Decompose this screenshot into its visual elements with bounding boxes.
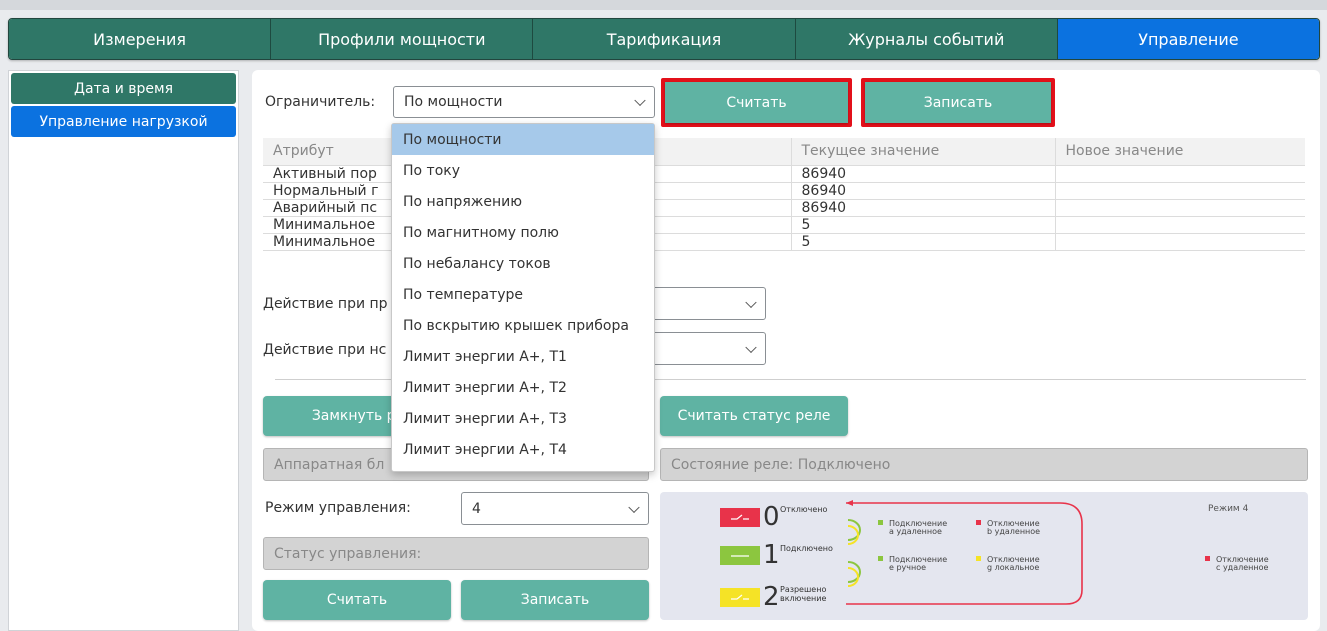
- cell-new[interactable]: [1054, 233, 1305, 251]
- cell-new[interactable]: [1054, 199, 1305, 217]
- cell-current: 5: [790, 216, 1055, 234]
- limiter-select[interactable]: По мощности: [393, 86, 655, 118]
- state-on-number: 1: [763, 540, 780, 570]
- dropdown-option[interactable]: Лимит энергии A+, T3: [392, 403, 654, 434]
- control-write-button[interactable]: Записать: [461, 580, 649, 620]
- legend-swatch: [976, 556, 981, 561]
- main-navigation: Измерения Профили мощности Тарификация Ж…: [8, 18, 1320, 60]
- limiter-dropdown-list: По мощности По току По напряжению По маг…: [391, 123, 655, 472]
- dropdown-option[interactable]: Лимит энергии A+, T4: [392, 434, 654, 465]
- legend-item: Отключение g локальное: [976, 556, 1040, 572]
- sidebar-item-date-time[interactable]: Дата и время: [11, 73, 236, 104]
- cell-new[interactable]: [1054, 182, 1305, 200]
- legend-swatch: [976, 520, 981, 525]
- tab-measurements[interactable]: Измерения: [9, 19, 272, 59]
- legend-item: Подключение a удаленное: [878, 520, 947, 536]
- dropdown-option[interactable]: По вскрытию крышек прибора: [392, 310, 654, 341]
- state-off-icon: [720, 508, 760, 527]
- cell-current: 86940: [790, 199, 1055, 217]
- state-allowed-number: 2: [763, 582, 780, 612]
- legend-swatch: [878, 520, 883, 525]
- dropdown-option[interactable]: По току: [392, 155, 654, 186]
- control-mode-diagram: Режим 4 0 Отключено 1 Подключено 2 Разре…: [660, 492, 1308, 620]
- sidebar: Дата и время Управление нагрузкой: [8, 70, 239, 631]
- tab-power-profiles[interactable]: Профили мощности: [271, 19, 534, 59]
- header-current-value: Текущее значение: [790, 138, 1055, 166]
- limiter-write-button[interactable]: Записать: [865, 82, 1051, 123]
- dropdown-option[interactable]: По небалансу токов: [392, 248, 654, 279]
- control-mode-select[interactable]: 4: [461, 492, 649, 525]
- limiter-label: Ограничитель:: [265, 94, 376, 110]
- limiter-read-button[interactable]: Считать: [665, 82, 848, 123]
- action-exceed-label: Действие при пр: [263, 296, 388, 312]
- dropdown-option[interactable]: По температуре: [392, 279, 654, 310]
- state-on-text: Подключено: [780, 544, 833, 553]
- tab-control[interactable]: Управление: [1057, 19, 1319, 59]
- legend-swatch: [1205, 556, 1210, 561]
- dropdown-option[interactable]: По напряжению: [392, 186, 654, 217]
- legend-item: Подключение e ручное: [878, 556, 947, 572]
- control-status-field: Статус управления:: [263, 537, 649, 570]
- sidebar-item-load-control[interactable]: Управление нагрузкой: [11, 106, 236, 137]
- state-off-text: Отключено: [780, 505, 828, 514]
- chevron-down-icon: [745, 296, 757, 308]
- chevron-down-icon: [628, 501, 640, 513]
- dropdown-option[interactable]: По мощности: [392, 124, 654, 155]
- state-allowed-icon: [720, 588, 760, 607]
- action-normal-label: Действие при нс: [263, 342, 387, 358]
- tab-tariffication[interactable]: Тарификация: [533, 19, 796, 59]
- highlight-frame-read: Считать: [661, 78, 852, 127]
- relay-state-field: Состояние реле: Подключено: [660, 448, 1308, 481]
- control-read-button[interactable]: Считать: [263, 580, 451, 620]
- legend-swatch: [878, 556, 883, 561]
- cell-current: 86940: [790, 182, 1055, 200]
- header-new-value: Новое значение: [1054, 138, 1305, 166]
- dropdown-option[interactable]: Лимит энергии A+, T2: [392, 372, 654, 403]
- top-shadow: [0, 0, 1327, 10]
- diagram-title: Режим 4: [1208, 504, 1249, 514]
- legend-item: Отключение c удаленное: [1205, 556, 1269, 572]
- dropdown-option[interactable]: По магнитному полю: [392, 217, 654, 248]
- read-relay-status-button[interactable]: Считать статус реле: [660, 396, 848, 436]
- state-off-number: 0: [763, 502, 780, 532]
- state-allowed-text: Разрешено включение: [780, 585, 827, 603]
- dropdown-option[interactable]: Лимит энергии A+, T1: [392, 341, 654, 372]
- chevron-down-icon: [634, 94, 646, 107]
- legend-item: Отключение b удаленное: [976, 520, 1040, 536]
- highlight-frame-write: Записать: [861, 78, 1055, 127]
- cell-new[interactable]: [1054, 216, 1305, 234]
- control-mode-label: Режим управления:: [265, 500, 411, 516]
- chevron-down-icon: [745, 341, 757, 353]
- cell-new[interactable]: [1054, 165, 1305, 183]
- control-mode-value: 4: [472, 500, 481, 517]
- cell-current: 5: [790, 233, 1055, 251]
- limiter-select-value: По мощности: [404, 94, 503, 110]
- cell-current: 86940: [790, 165, 1055, 183]
- state-on-icon: [720, 546, 760, 565]
- tab-event-logs[interactable]: Журналы событий: [795, 19, 1058, 59]
